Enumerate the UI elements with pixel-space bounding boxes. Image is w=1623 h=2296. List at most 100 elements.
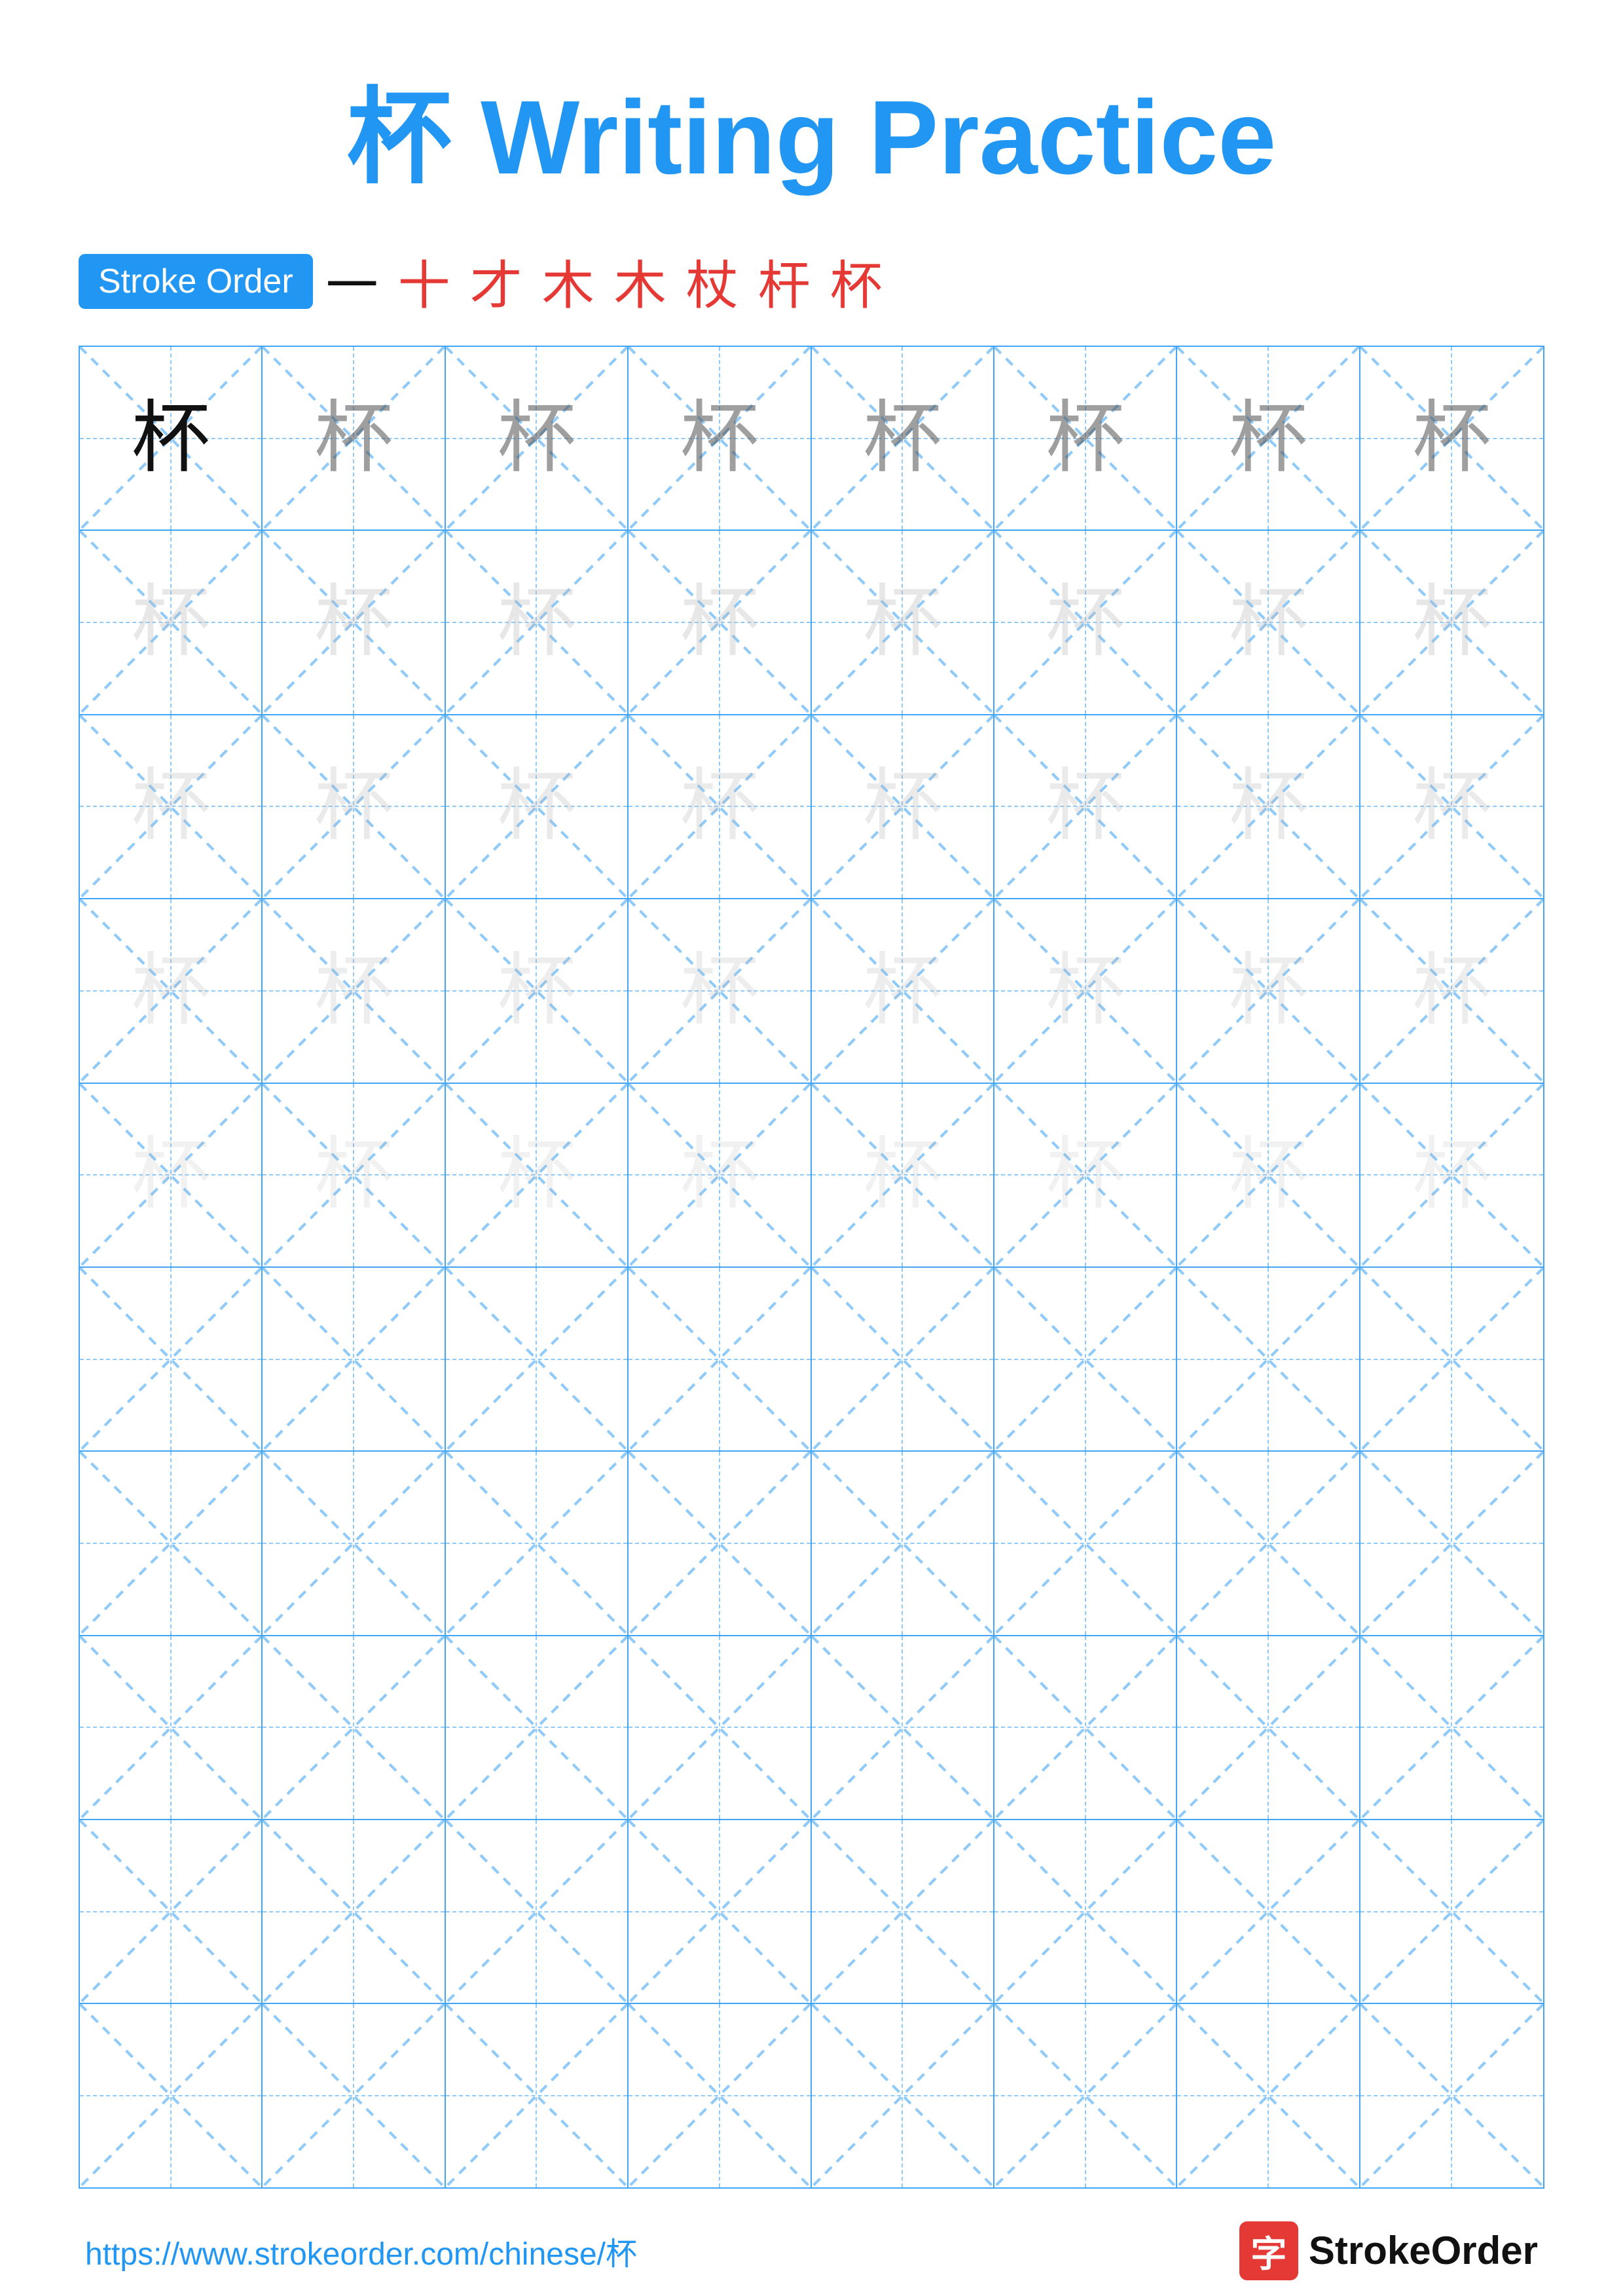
char-guide: 杯 [132,952,210,1030]
char-guide: 杯 [863,1136,941,1214]
grid-cell-r7-c6[interactable] [1177,1636,1360,1819]
grid-cell-r8-c0[interactable] [80,1820,263,2003]
grid-cell-r3-c4[interactable]: 杯 [812,899,994,1082]
grid-cell-r7-c5[interactable] [994,1636,1177,1819]
grid-cell-r4-c2[interactable]: 杯 [446,1084,629,1266]
grid-cell-r7-c7[interactable] [1360,1636,1543,1819]
grid-cell-r1-c3[interactable]: 杯 [629,531,811,713]
grid-cell-r2-c6[interactable]: 杯 [1177,715,1360,898]
grid-cell-r3-c0[interactable]: 杯 [80,899,263,1082]
cell-v-guide [1085,1636,1086,1819]
cell-v-guide [719,1636,720,1819]
grid-cell-r1-c1[interactable]: 杯 [263,531,445,713]
grid-cell-r0-c2[interactable]: 杯 [446,347,629,529]
grid-cell-r0-c7[interactable]: 杯 [1360,347,1543,529]
char-guide: 杯 [1046,952,1125,1030]
grid-cell-r7-c2[interactable] [446,1636,629,1819]
grid-cell-r2-c1[interactable]: 杯 [263,715,445,898]
grid-cell-r5-c3[interactable] [629,1268,811,1450]
grid-cell-r9-c1[interactable] [263,2004,445,2187]
grid-cell-r6-c2[interactable] [446,1452,629,1634]
grid-cell-r2-c7[interactable]: 杯 [1360,715,1543,898]
grid-cell-r4-c5[interactable]: 杯 [994,1084,1177,1266]
writing-grid[interactable]: 杯杯杯杯杯杯杯杯杯杯杯杯杯杯杯杯杯杯杯杯杯杯杯杯杯杯杯杯杯杯杯杯杯杯杯杯杯杯杯杯 [79,346,1544,2189]
grid-cell-r5-c0[interactable] [80,1268,263,1450]
grid-cell-r7-c1[interactable] [263,1636,445,1819]
grid-cell-r7-c4[interactable] [812,1636,994,1819]
grid-cell-r2-c4[interactable]: 杯 [812,715,994,898]
cell-v-guide [170,1268,172,1450]
char-guide: 杯 [497,767,575,846]
grid-cell-r9-c7[interactable] [1360,2004,1543,2187]
grid-cell-r3-c2[interactable]: 杯 [446,899,629,1082]
grid-cell-r9-c5[interactable] [994,2004,1177,2187]
grid-cell-r9-c6[interactable] [1177,2004,1360,2187]
grid-cell-r1-c2[interactable]: 杯 [446,531,629,713]
grid-cell-r8-c7[interactable] [1360,1820,1543,2003]
grid-cell-r3-c3[interactable]: 杯 [629,899,811,1082]
grid-cell-r4-c6[interactable]: 杯 [1177,1084,1360,1266]
char-guide: 杯 [1229,1136,1307,1214]
char-guide: 杯 [863,952,941,1030]
grid-cell-r7-c0[interactable] [80,1636,263,1819]
char-guide: 杯 [863,399,941,478]
grid-cell-r0-c1[interactable]: 杯 [263,347,445,529]
cell-v-guide [1451,1268,1452,1450]
grid-cell-r6-c1[interactable] [263,1452,445,1634]
grid-cell-r3-c6[interactable]: 杯 [1177,899,1360,1082]
grid-cell-r8-c4[interactable] [812,1820,994,2003]
grid-cell-r0-c3[interactable]: 杯 [629,347,811,529]
cell-v-guide [170,1452,172,1634]
grid-cell-r5-c1[interactable] [263,1268,445,1450]
grid-cell-r8-c5[interactable] [994,1820,1177,2003]
grid-cell-r1-c6[interactable]: 杯 [1177,531,1360,713]
cell-v-guide [1267,1820,1269,2003]
grid-cell-r2-c3[interactable]: 杯 [629,715,811,898]
cell-v-guide [1267,1636,1269,1819]
grid-cell-r9-c0[interactable] [80,2004,263,2187]
grid-cell-r1-c4[interactable]: 杯 [812,531,994,713]
grid-cell-r4-c4[interactable]: 杯 [812,1084,994,1266]
grid-cell-r5-c6[interactable] [1177,1268,1360,1450]
grid-cell-r0-c5[interactable]: 杯 [994,347,1177,529]
grid-cell-r5-c4[interactable] [812,1268,994,1450]
grid-cell-r9-c2[interactable] [446,2004,629,2187]
grid-cell-r9-c4[interactable] [812,2004,994,2187]
grid-cell-r4-c3[interactable]: 杯 [629,1084,811,1266]
grid-cell-r1-c7[interactable]: 杯 [1360,531,1543,713]
grid-cell-r6-c4[interactable] [812,1452,994,1634]
stroke-2: 十 [398,243,450,319]
grid-cell-r9-c3[interactable] [629,2004,811,2187]
grid-cell-r8-c1[interactable] [263,1820,445,2003]
grid-cell-r8-c6[interactable] [1177,1820,1360,2003]
grid-cell-r6-c0[interactable] [80,1452,263,1634]
grid-cell-r1-c5[interactable]: 杯 [994,531,1177,713]
grid-cell-r2-c0[interactable]: 杯 [80,715,263,898]
grid-cell-r2-c5[interactable]: 杯 [994,715,1177,898]
char-guide: 杯 [314,583,393,662]
grid-cell-r4-c0[interactable]: 杯 [80,1084,263,1266]
grid-cell-r3-c5[interactable]: 杯 [994,899,1177,1082]
grid-cell-r4-c7[interactable]: 杯 [1360,1084,1543,1266]
char-guide: 杯 [132,583,210,662]
grid-cell-r5-c5[interactable] [994,1268,1177,1450]
char-guide: 杯 [1229,767,1307,846]
grid-cell-r7-c3[interactable] [629,1636,811,1819]
grid-cell-r4-c1[interactable]: 杯 [263,1084,445,1266]
grid-cell-r3-c1[interactable]: 杯 [263,899,445,1082]
grid-cell-r2-c2[interactable]: 杯 [446,715,629,898]
grid-cell-r6-c5[interactable] [994,1452,1177,1634]
grid-cell-r8-c2[interactable] [446,1820,629,2003]
grid-cell-r5-c2[interactable] [446,1268,629,1450]
grid-cell-r6-c3[interactable] [629,1452,811,1634]
cell-v-guide [719,1452,720,1634]
grid-cell-r1-c0[interactable]: 杯 [80,531,263,713]
grid-cell-r6-c6[interactable] [1177,1452,1360,1634]
grid-cell-r0-c4[interactable]: 杯 [812,347,994,529]
grid-cell-r0-c6[interactable]: 杯 [1177,347,1360,529]
grid-cell-r6-c7[interactable] [1360,1452,1543,1634]
grid-cell-r8-c3[interactable] [629,1820,811,2003]
grid-cell-r3-c7[interactable]: 杯 [1360,899,1543,1082]
grid-cell-r0-c0[interactable]: 杯 [80,347,263,529]
grid-cell-r5-c7[interactable] [1360,1268,1543,1450]
